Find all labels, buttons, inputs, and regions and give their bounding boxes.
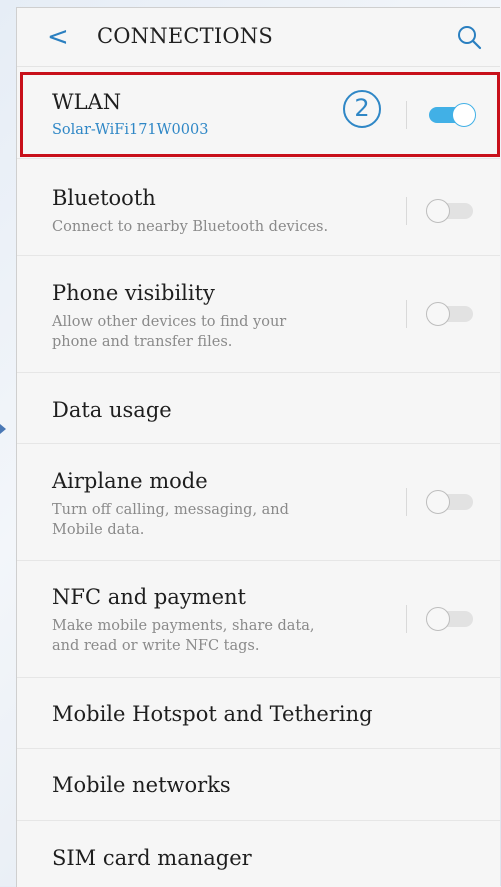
setting-row-data-usage[interactable]: Data usage — [17, 373, 500, 444]
setting-subtitle-line-1: Allow other devices to find your — [52, 314, 287, 330]
search-icon[interactable] — [456, 24, 482, 50]
setting-row-sim-card-manager[interactable]: SIM card manager — [17, 821, 500, 887]
setting-label: Phone visibility — [52, 281, 215, 305]
step-marker: 2 — [343, 90, 381, 128]
divider — [406, 605, 407, 633]
divider — [406, 197, 407, 225]
setting-subtitle: Connect to nearby Bluetooth devices. — [52, 219, 329, 235]
setting-row-mobile-networks[interactable]: Mobile networks — [17, 749, 500, 821]
setting-label: Data usage — [52, 398, 172, 422]
setting-row-nfc-payment[interactable]: NFC and payment Make mobile payments, sh… — [17, 561, 500, 678]
divider — [406, 488, 407, 516]
divider — [406, 300, 407, 328]
setting-subtitle-line-2: Mobile data. — [52, 522, 145, 538]
setting-label: Airplane mode — [52, 469, 208, 493]
setting-label: NFC and payment — [52, 585, 246, 609]
background-arrow — [0, 424, 6, 434]
nfc-payment-toggle[interactable] — [426, 607, 476, 631]
toggle-knob — [426, 607, 450, 631]
setting-subtitle-line-2: and read or write NFC tags. — [52, 638, 260, 654]
setting-subtitle-line-1: Turn off calling, messaging, and — [52, 502, 289, 518]
highlight-box — [20, 72, 500, 157]
toggle-knob — [426, 302, 450, 326]
setting-row-airplane-mode[interactable]: Airplane mode Turn off calling, messagin… — [17, 444, 500, 561]
app-header: < CONNECTIONS — [17, 8, 500, 67]
back-button[interactable]: < — [47, 24, 69, 50]
setting-label: Bluetooth — [52, 186, 156, 210]
setting-row-phone-visibility[interactable]: Phone visibility Allow other devices to … — [17, 256, 500, 373]
page-title: CONNECTIONS — [97, 24, 273, 48]
airplane-mode-toggle[interactable] — [426, 490, 476, 514]
toggle-knob — [426, 199, 450, 223]
setting-label: Mobile Hotspot and Tethering — [52, 702, 373, 726]
setting-row-bluetooth[interactable]: Bluetooth Connect to nearby Bluetooth de… — [17, 159, 500, 256]
setting-label: Mobile networks — [52, 773, 231, 797]
toggle-knob — [426, 490, 450, 514]
connections-screen: < CONNECTIONS WLAN Solar-WiFi171W0003 Bl… — [16, 7, 500, 887]
setting-label: SIM card manager — [52, 846, 252, 870]
setting-row-mobile-hotspot[interactable]: Mobile Hotspot and Tethering — [17, 678, 500, 749]
setting-subtitle-line-2: phone and transfer files. — [52, 334, 233, 350]
setting-subtitle-line-1: Make mobile payments, share data, — [52, 618, 315, 634]
bluetooth-toggle[interactable] — [426, 199, 476, 223]
phone-visibility-toggle[interactable] — [426, 302, 476, 326]
